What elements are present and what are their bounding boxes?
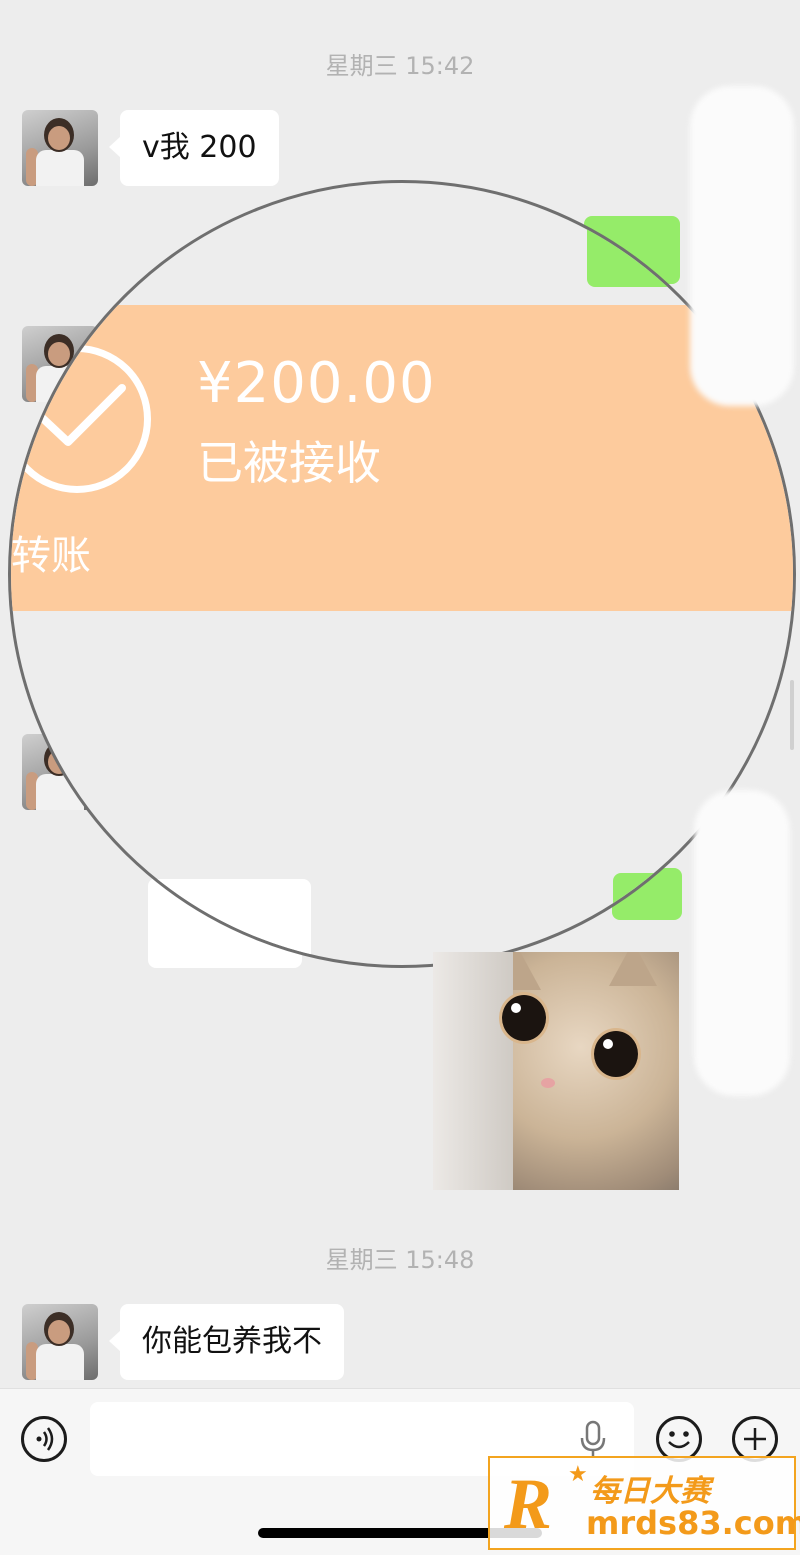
check-circle-icon bbox=[11, 345, 151, 493]
transfer-status: 已被接收 bbox=[197, 436, 381, 490]
timestamp: 星期三 15:48 bbox=[325, 1246, 475, 1274]
scrollbar[interactable] bbox=[790, 680, 794, 750]
message-bubble[interactable]: v我 200 bbox=[109, 110, 279, 186]
mic-icon[interactable] bbox=[578, 1420, 608, 1460]
logo-r-icon: R bbox=[504, 1464, 553, 1544]
contact-avatar[interactable] bbox=[22, 1304, 98, 1380]
magnifier-overlay: ¥200.00 已被接收 转账 bbox=[8, 180, 796, 968]
contact-avatar[interactable] bbox=[22, 110, 98, 186]
star-icon: ★ bbox=[568, 1462, 588, 1487]
timestamp: 星期三 15:42 bbox=[325, 52, 475, 80]
censor-smudge bbox=[690, 86, 794, 406]
self-message-bubble bbox=[613, 873, 703, 933]
voice-icon[interactable] bbox=[21, 1416, 67, 1462]
self-message-bubble bbox=[587, 217, 697, 287]
message-bubble bbox=[151, 879, 311, 965]
censor-smudge bbox=[694, 790, 790, 1096]
transfer-label: 转账 bbox=[11, 533, 91, 579]
watermark-logo: R ★ 每日大赛 mrds83.com bbox=[488, 1456, 800, 1550]
cat-sticker-image[interactable] bbox=[433, 952, 679, 1190]
transfer-amount: ¥200.00 bbox=[197, 351, 436, 416]
watermark-url: mrds83.com bbox=[586, 1504, 800, 1542]
message-bubble[interactable]: 你能包养我不 bbox=[109, 1304, 344, 1380]
